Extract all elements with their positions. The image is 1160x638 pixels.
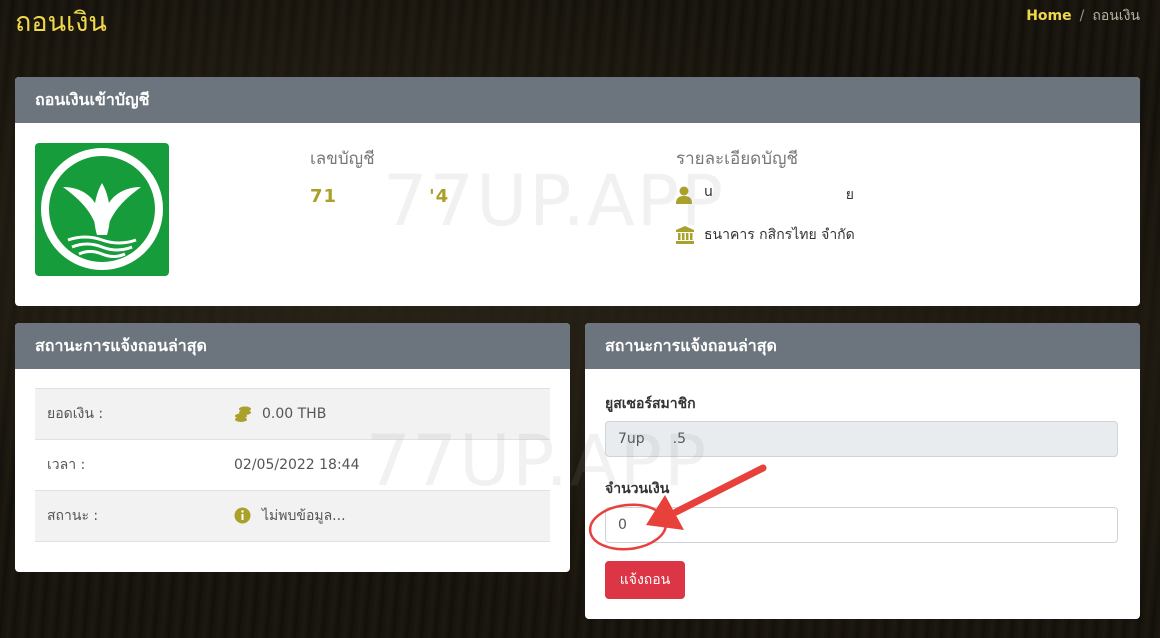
submit-withdraw-button[interactable]: แจ้งถอน — [605, 561, 685, 599]
table-row: ยอดเงิน : 0.00 THB — [35, 388, 550, 440]
username-end: .5 — [672, 431, 687, 447]
table-row: สถานะ : ไม่พบข้อมูล... — [35, 490, 550, 542]
bank-name: ธนาคาร กสิกรไทย จำกัด — [704, 227, 855, 243]
account-number-start: 71 — [310, 186, 338, 207]
breadcrumb-separator: / — [1079, 8, 1085, 24]
bank-icon — [676, 226, 694, 244]
latest-status-card: สถานะการแจ้งถอนล่าสุด ยอดเงิน : 0.00 THB… — [15, 323, 570, 572]
status-value: ไม่พบข้อมูล... — [262, 508, 346, 524]
time-value: 02/05/2022 18:44 — [234, 457, 360, 473]
account-number-end: '4 — [429, 186, 450, 207]
withdraw-form-header: สถานะการแจ้งถอนล่าสุด — [585, 323, 1140, 369]
breadcrumb-home-link[interactable]: Home — [1026, 8, 1071, 24]
breadcrumb-current: ถอนเงิน — [1092, 8, 1140, 24]
account-number-section: เลขบัญชี 71 '4 — [310, 145, 449, 207]
withdraw-account-header: ถอนเงินเข้าบัญชี — [15, 77, 1140, 123]
account-number-value: 71 '4 — [310, 186, 449, 207]
account-details-label: รายละเอียดบัญชี — [676, 149, 799, 169]
account-details-section: รายละเอียดบัญชี uย ธนาคาร กสิกรไทย จำกัด — [676, 145, 855, 246]
amount-input[interactable]: 0 — [605, 507, 1118, 543]
withdraw-form-card: สถานะการแจ้งถอนล่าสุด ยูสเซอร์สมาชิก 7up… — [585, 323, 1140, 619]
status-label: สถานะ : — [35, 490, 233, 542]
coins-icon — [234, 405, 252, 423]
amount-value: 0.00 THB — [262, 406, 327, 422]
user-icon — [676, 186, 694, 204]
amount-label: จำนวนเงิน — [605, 481, 670, 497]
account-holder-row: uย — [676, 184, 855, 206]
bank-name-row: ธนาคาร กสิกรไทย จำกัด — [676, 224, 855, 246]
kasikorn-bank-logo-icon — [35, 143, 169, 276]
info-icon — [234, 507, 252, 525]
username-label: ยูสเซอร์สมาชิก — [605, 396, 696, 412]
account-holder-start: u — [704, 184, 713, 200]
breadcrumb: Home / ถอนเงิน — [1026, 5, 1140, 27]
account-holder-end: ย — [845, 187, 854, 203]
withdraw-account-card: ถอนเงินเข้าบัญชี เลขบัญชี 71 '4 รายละเอีย… — [15, 77, 1140, 306]
page-title: ถอนเงิน — [15, 7, 107, 38]
latest-status-header: สถานะการแจ้งถอนล่าสุด — [15, 323, 570, 369]
username-field[interactable]: 7up .5 — [605, 421, 1118, 457]
account-holder-name: uย — [704, 184, 854, 206]
table-row: เวลา : 02/05/2022 18:44 — [35, 439, 550, 491]
username-start: 7up — [618, 431, 645, 447]
account-number-label: เลขบัญชี — [310, 149, 375, 169]
time-label: เวลา : — [35, 439, 233, 491]
amount-input-value: 0 — [618, 517, 627, 533]
latest-status-table: ยอดเงิน : 0.00 THB เวลา : 02/05/2022 18:… — [35, 388, 550, 542]
amount-label: ยอดเงิน : — [35, 388, 233, 440]
